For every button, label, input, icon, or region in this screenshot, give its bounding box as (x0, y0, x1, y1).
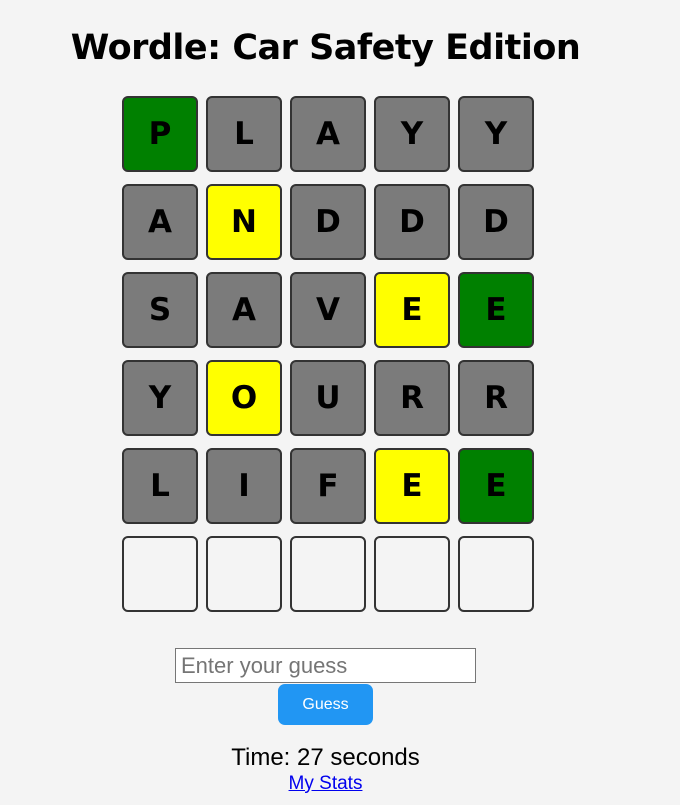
letter-tile: P (122, 96, 198, 172)
letter-tile: I (206, 448, 282, 524)
board-row: ANDDD (122, 184, 534, 260)
board-row: YOURR (122, 360, 534, 436)
guess-button[interactable]: Guess (278, 684, 373, 725)
letter-tile (290, 536, 366, 612)
letter-tile: E (458, 448, 534, 524)
guess-input[interactable] (175, 648, 476, 683)
letter-tile: D (458, 184, 534, 260)
letter-tile (122, 536, 198, 612)
letter-tile: Y (458, 96, 534, 172)
letter-tile: U (290, 360, 366, 436)
letter-tile: R (458, 360, 534, 436)
stats-link-container: My Stats (0, 773, 651, 795)
letter-tile: F (290, 448, 366, 524)
letter-tile: L (206, 96, 282, 172)
letter-tile (374, 536, 450, 612)
page-title: Wordle: Car Safety Edition (70, 28, 581, 68)
letter-tile: E (374, 448, 450, 524)
board-row: PLAYY (122, 96, 534, 172)
letter-tile: A (122, 184, 198, 260)
letter-tile: D (290, 184, 366, 260)
page: Wordle: Car Safety Edition PLAYYANDDDSAV… (0, 0, 680, 805)
letter-tile: Y (374, 96, 450, 172)
letter-tile: E (374, 272, 450, 348)
letter-tile: L (122, 448, 198, 524)
letter-tile: Y (122, 360, 198, 436)
letter-tile: A (206, 272, 282, 348)
timer-text: Time: 27 seconds (231, 744, 420, 771)
letter-tile: D (374, 184, 450, 260)
letter-tile: R (374, 360, 450, 436)
letter-tile: O (206, 360, 282, 436)
letter-tile: A (290, 96, 366, 172)
board-row: SAVEE (122, 272, 534, 348)
my-stats-link[interactable]: My Stats (289, 773, 363, 794)
letter-tile (458, 536, 534, 612)
board-row: LIFEE (122, 448, 534, 524)
letter-tile: V (290, 272, 366, 348)
letter-tile: S (122, 272, 198, 348)
board-row (122, 536, 534, 612)
game-board: PLAYYANDDDSAVEEYOURRLIFEE (122, 96, 534, 624)
letter-tile (206, 536, 282, 612)
letter-tile: E (458, 272, 534, 348)
letter-tile: N (206, 184, 282, 260)
